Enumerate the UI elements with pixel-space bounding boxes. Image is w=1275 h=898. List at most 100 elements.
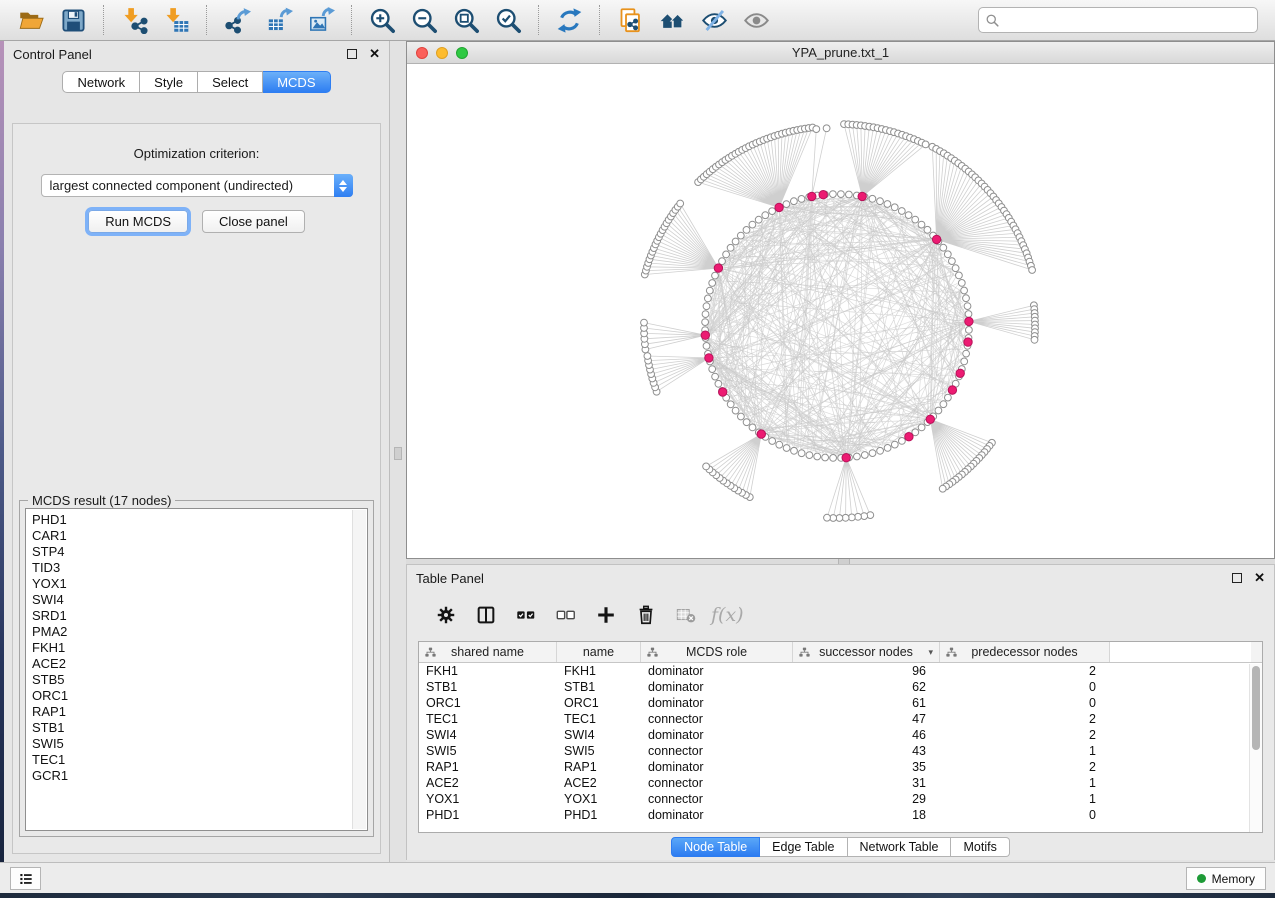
graph-node[interactable] — [884, 445, 891, 452]
delete-button[interactable] — [631, 600, 661, 630]
import-network-button[interactable] — [117, 4, 151, 36]
graph-node[interactable] — [737, 232, 744, 239]
table-row[interactable]: RAP1RAP1dominator352 — [419, 759, 1262, 775]
graph-node[interactable] — [823, 125, 830, 132]
graph-node[interactable] — [898, 208, 905, 215]
graph-node[interactable] — [814, 453, 821, 460]
vertical-pane-divider[interactable] — [390, 41, 406, 862]
export-network-button[interactable] — [220, 4, 254, 36]
close-panel-icon[interactable]: ✕ — [369, 49, 380, 59]
graph-node[interactable] — [918, 424, 925, 431]
graph-node[interactable] — [762, 212, 769, 219]
table-row[interactable]: STB1STB1dominator620 — [419, 679, 1262, 695]
graph-node[interactable] — [798, 196, 805, 203]
table-row[interactable]: ACE2ACE2connector311 — [419, 775, 1262, 791]
graph-node[interactable] — [702, 311, 709, 318]
search-box[interactable] — [978, 7, 1258, 33]
selected-graph-node[interactable] — [956, 369, 964, 377]
graph-node[interactable] — [940, 401, 947, 408]
column-header-successor-nodes[interactable]: successor nodes▾ — [793, 642, 940, 662]
graph-node[interactable] — [702, 319, 709, 326]
graph-node[interactable] — [940, 244, 947, 251]
memory-button[interactable]: Memory — [1186, 867, 1266, 890]
table-row[interactable]: FKH1FKH1dominator962 — [419, 663, 1262, 679]
selected-graph-node[interactable] — [757, 430, 765, 438]
selected-graph-node[interactable] — [932, 235, 940, 243]
mcds-result-list[interactable]: PHD1CAR1STP4TID3YOX1SWI4SRD1PMA2FKH1ACE2… — [25, 508, 368, 831]
select-all-button[interactable] — [511, 600, 541, 630]
graph-node[interactable] — [939, 485, 946, 492]
zoom-in-button[interactable] — [365, 4, 399, 36]
graph-node[interactable] — [952, 265, 959, 272]
panel-list-button[interactable] — [10, 867, 41, 890]
table-scrollbar-thumb[interactable] — [1252, 666, 1260, 750]
network-canvas[interactable] — [407, 64, 1274, 558]
criterion-select[interactable]: largest connected component (undirected) — [41, 174, 353, 197]
selected-graph-node[interactable] — [705, 354, 713, 362]
graph-node[interactable] — [891, 441, 898, 448]
float-panel-icon[interactable] — [347, 49, 357, 59]
selected-graph-node[interactable] — [905, 433, 913, 441]
show-visuals-button[interactable] — [739, 4, 773, 36]
column-header-shared-name[interactable]: shared name — [419, 642, 557, 662]
graph-node[interactable] — [727, 401, 734, 408]
tab-node-table[interactable]: Node Table — [671, 837, 760, 857]
graph-node[interactable] — [806, 452, 813, 459]
graph-node[interactable] — [732, 238, 739, 245]
graph-node[interactable] — [755, 216, 762, 223]
graph-node[interactable] — [949, 258, 956, 265]
graph-node[interactable] — [945, 394, 952, 401]
graph-node[interactable] — [749, 424, 756, 431]
graph-node[interactable] — [783, 445, 790, 452]
column-header-name[interactable]: name — [557, 642, 641, 662]
table-row[interactable]: PHD1PHD1dominator180 — [419, 807, 1262, 823]
deselect-all-button[interactable] — [551, 600, 581, 630]
graph-node[interactable] — [830, 455, 837, 462]
graph-node[interactable] — [732, 407, 739, 414]
table-row[interactable]: TEC1TEC1connector472 — [419, 711, 1262, 727]
settings-button[interactable] — [431, 600, 461, 630]
graph-node[interactable] — [824, 514, 831, 521]
graph-node[interactable] — [899, 438, 906, 445]
table-scrollbar[interactable] — [1249, 664, 1262, 832]
graph-node[interactable] — [783, 201, 790, 208]
selected-graph-node[interactable] — [948, 386, 956, 394]
selected-graph-node[interactable] — [701, 331, 709, 339]
table-row[interactable]: ORC1ORC1dominator610 — [419, 695, 1262, 711]
graph-node[interactable] — [965, 311, 972, 318]
graph-node[interactable] — [677, 200, 684, 207]
add-button[interactable] — [591, 600, 621, 630]
split-view-button[interactable] — [471, 600, 501, 630]
zoom-fit-button[interactable] — [449, 4, 483, 36]
graph-node[interactable] — [703, 343, 710, 350]
graph-node[interactable] — [956, 272, 963, 279]
graph-node[interactable] — [912, 216, 919, 223]
selected-graph-node[interactable] — [926, 415, 934, 423]
table-row[interactable]: SWI4SWI4dominator462 — [419, 727, 1262, 743]
graph-node[interactable] — [846, 191, 853, 198]
graph-node[interactable] — [869, 195, 876, 202]
open-button[interactable] — [14, 4, 48, 36]
tab-style[interactable]: Style — [140, 71, 198, 93]
graph-node[interactable] — [709, 366, 716, 373]
selected-graph-node[interactable] — [965, 317, 973, 325]
zoom-selected-button[interactable] — [491, 4, 525, 36]
graph-node[interactable] — [830, 191, 837, 198]
graph-node[interactable] — [838, 191, 845, 198]
function-builder-button[interactable]: f(x) — [711, 604, 744, 626]
clone-network-button[interactable] — [613, 4, 647, 36]
graph-node[interactable] — [958, 280, 965, 287]
graph-node[interactable] — [644, 353, 651, 360]
tab-network-table[interactable]: Network Table — [848, 837, 952, 857]
table-row[interactable]: YOX1YOX1connector291 — [419, 791, 1262, 807]
graph-node[interactable] — [924, 226, 931, 233]
selected-graph-node[interactable] — [714, 264, 722, 272]
column-header-MCDS-role[interactable]: MCDS role — [641, 642, 793, 662]
graph-node[interactable] — [1029, 267, 1036, 274]
zoom-out-button[interactable] — [407, 4, 441, 36]
tab-select[interactable]: Select — [198, 71, 263, 93]
tab-network[interactable]: Network — [62, 71, 140, 93]
table-float-panel-icon[interactable] — [1232, 573, 1242, 583]
hide-visuals-button[interactable] — [697, 4, 731, 36]
graph-node[interactable] — [791, 198, 798, 205]
